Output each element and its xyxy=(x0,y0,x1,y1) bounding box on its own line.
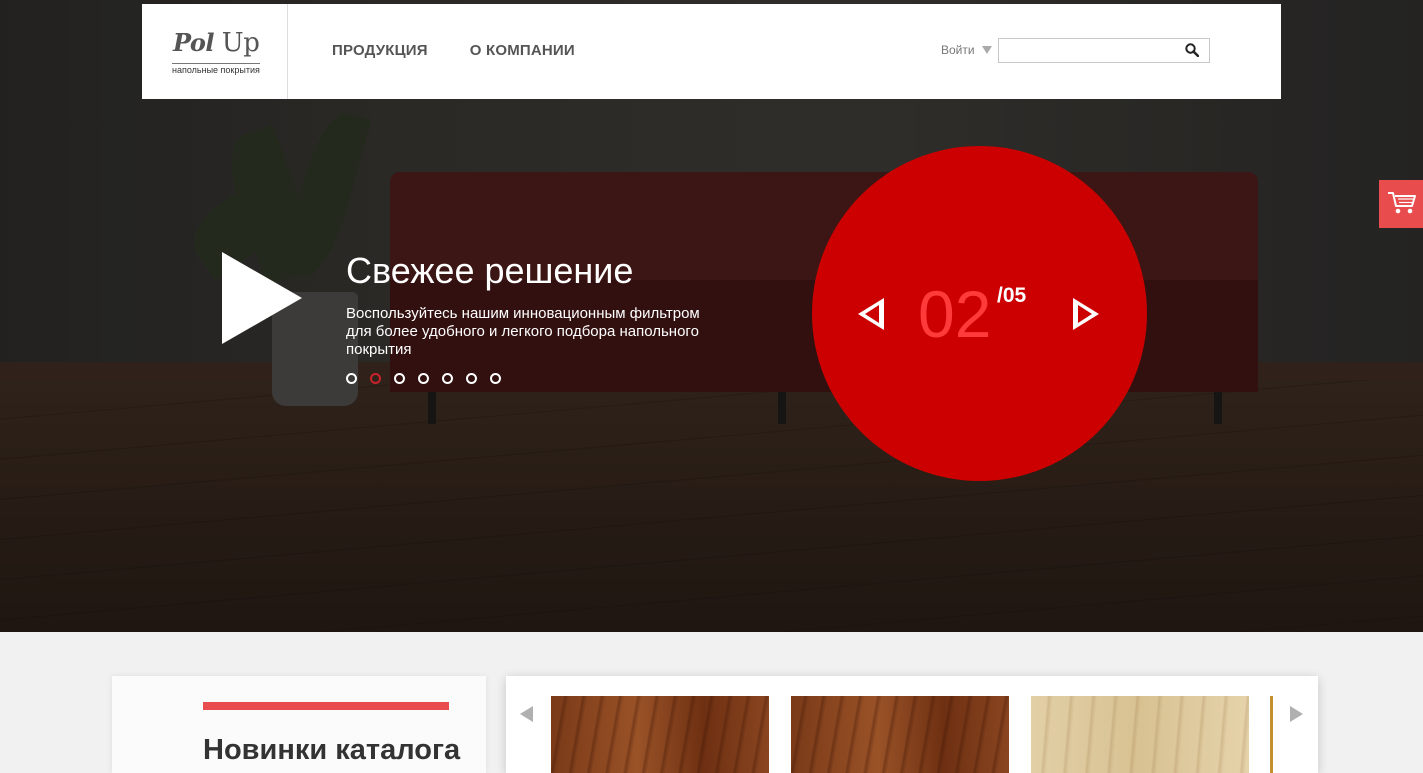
main-nav: ПРОДУКЦИЯ О КОМПАНИИ xyxy=(332,42,575,59)
slide-total-number: /05 xyxy=(997,284,1027,307)
slide-dot-2[interactable] xyxy=(370,373,381,384)
logo-brand-b: Up xyxy=(221,28,260,58)
cart-icon xyxy=(1388,192,1416,214)
carousel-prev-icon[interactable] xyxy=(520,706,533,722)
slide-title: Свежее решение xyxy=(346,250,634,291)
play-icon[interactable] xyxy=(222,252,302,344)
slide-current-number: 02 xyxy=(918,277,992,351)
slide-dot-7[interactable] xyxy=(490,373,501,384)
slide-dot-6[interactable] xyxy=(466,373,477,384)
catalog-item-thumbnail[interactable] xyxy=(791,696,1009,773)
login-dropdown-caret-icon[interactable] xyxy=(982,46,992,54)
search-input[interactable] xyxy=(999,39,1179,62)
news-title: Новинки каталога xyxy=(203,734,461,766)
arrow-right-icon[interactable] xyxy=(1073,298,1099,330)
catalog-item-thumbnail[interactable] xyxy=(1031,696,1249,773)
carousel-next-icon[interactable] xyxy=(1290,706,1303,722)
catalog-item-thumbnail[interactable] xyxy=(551,696,769,773)
nav-item-products[interactable]: ПРОДУКЦИЯ xyxy=(332,42,428,59)
slide-dots xyxy=(346,373,501,384)
slide-description: Воспользуйтесь нашим инновационным фильт… xyxy=(346,305,700,358)
arrow-left-icon[interactable] xyxy=(858,298,884,330)
login-link[interactable]: Войти xyxy=(941,43,975,57)
catalog-carousel xyxy=(506,676,1318,773)
slide-dot-3[interactable] xyxy=(394,373,405,384)
search-box xyxy=(998,38,1210,63)
logo-brand-a: Pol xyxy=(173,28,215,57)
catalog-item-thumbnail-partial[interactable] xyxy=(1270,696,1273,773)
news-accent-bar xyxy=(203,702,449,710)
news-panel: Новинки каталога xyxy=(112,676,486,773)
logo-wordmark: Pol Up xyxy=(173,28,260,58)
logo[interactable]: Pol Up напольные покрытия xyxy=(142,4,288,99)
slide-dot-5[interactable] xyxy=(442,373,453,384)
slide-dot-1[interactable] xyxy=(346,373,357,384)
search-icon[interactable] xyxy=(1185,43,1199,57)
cart-button[interactable] xyxy=(1379,180,1423,228)
slide-dot-4[interactable] xyxy=(418,373,429,384)
site-header: Pol Up напольные покрытия ПРОДУКЦИЯ О КО… xyxy=(142,4,1281,99)
logo-tagline: напольные покрытия xyxy=(172,63,260,75)
nav-item-about[interactable]: О КОМПАНИИ xyxy=(470,42,575,59)
